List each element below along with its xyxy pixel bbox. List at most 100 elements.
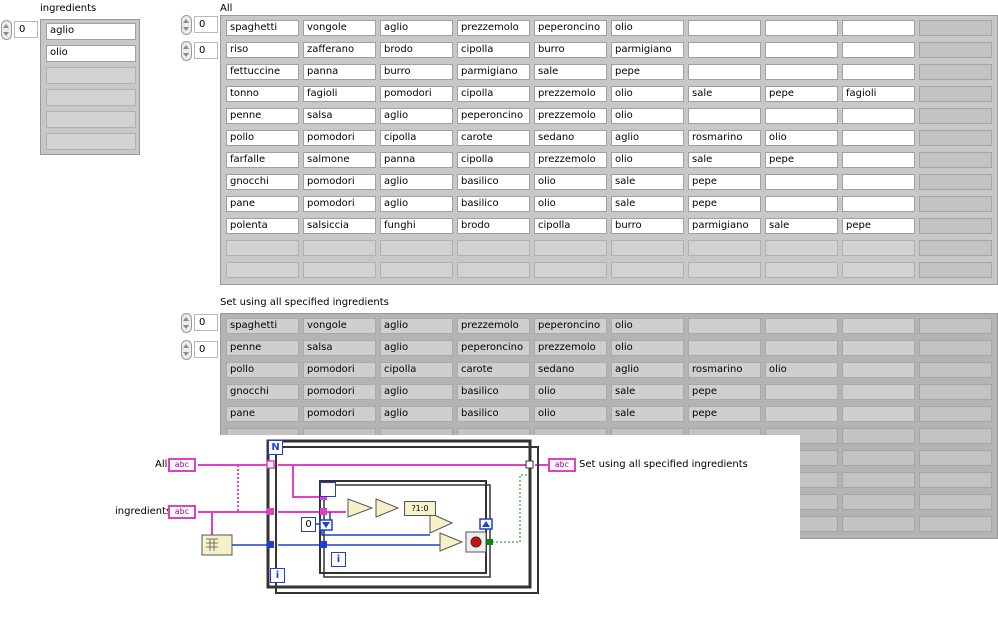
all-cell[interactable]: aglio	[611, 130, 684, 146]
result-cell[interactable]	[765, 406, 838, 422]
all-cell[interactable]: panna	[303, 64, 376, 80]
all-cell[interactable]: peperoncino	[457, 108, 530, 124]
all-string-terminal[interactable]: abc	[168, 458, 196, 472]
all-cell[interactable]: sedano	[534, 130, 607, 146]
result-cell[interactable]: aglio	[380, 318, 453, 334]
result-cell[interactable]: aglio	[611, 362, 684, 378]
all-cell[interactable]	[842, 20, 915, 36]
result-cell[interactable]	[919, 516, 992, 532]
all-cell[interactable]: sale	[765, 218, 838, 234]
all-cell[interactable]: olio	[534, 196, 607, 212]
all-cell[interactable]: gnocchi	[226, 174, 299, 190]
result-cell[interactable]: pane	[226, 406, 299, 422]
all-col-index-control[interactable]: 0	[181, 41, 219, 61]
all-cell[interactable]	[765, 64, 838, 80]
index-value[interactable]: 0	[14, 21, 38, 38]
all-cell[interactable]: burro	[380, 64, 453, 80]
all-cell[interactable]	[765, 240, 838, 256]
all-cell[interactable]	[380, 262, 453, 278]
all-cell[interactable]	[919, 152, 992, 168]
all-cell[interactable]: olio	[611, 20, 684, 36]
result-cell[interactable]: aglio	[380, 406, 453, 422]
all-cell[interactable]	[842, 42, 915, 58]
ingredients-cell[interactable]	[46, 111, 136, 128]
all-cell[interactable]: brodo	[380, 42, 453, 58]
all-cell[interactable]	[611, 262, 684, 278]
result-cell[interactable]: rosmarino	[688, 362, 761, 378]
all-cell[interactable]: salsa	[303, 108, 376, 124]
all-cell[interactable]: aglio	[380, 174, 453, 190]
all-cell[interactable]	[303, 262, 376, 278]
result-cell[interactable]: olio	[534, 384, 607, 400]
result-cell[interactable]	[688, 318, 761, 334]
result-cell[interactable]: olio	[765, 362, 838, 378]
result-cell[interactable]	[842, 406, 915, 422]
all-cell[interactable]: penne	[226, 108, 299, 124]
all-cell[interactable]: peperoncino	[534, 20, 607, 36]
all-cell[interactable]	[688, 262, 761, 278]
result-cell[interactable]	[919, 450, 992, 466]
all-cell[interactable]	[688, 20, 761, 36]
decrement-arrow-icon[interactable]	[183, 27, 189, 31]
all-cell[interactable]: vongole	[303, 20, 376, 36]
decrement-arrow-icon[interactable]	[3, 32, 9, 36]
result-cell[interactable]	[842, 362, 915, 378]
all-cell[interactable]: tonno	[226, 86, 299, 102]
all-cell[interactable]	[688, 108, 761, 124]
bool-to-number-function[interactable]: ?1:0	[404, 501, 436, 516]
result-cell[interactable]: sedano	[534, 362, 607, 378]
all-cell[interactable]	[611, 240, 684, 256]
result-cell[interactable]	[919, 494, 992, 510]
result-cell[interactable]	[765, 384, 838, 400]
all-cell[interactable]	[765, 20, 838, 36]
all-row-index-control[interactable]: 0	[181, 15, 219, 35]
all-cell[interactable]	[765, 196, 838, 212]
all-cell[interactable]: rosmarino	[688, 130, 761, 146]
all-cell[interactable]: spaghetti	[226, 20, 299, 36]
result-cell[interactable]: carote	[457, 362, 530, 378]
row-index-value[interactable]: 0	[194, 314, 218, 331]
all-cell[interactable]	[842, 196, 915, 212]
result-cell[interactable]	[688, 340, 761, 356]
result-cell[interactable]: pomodori	[303, 362, 376, 378]
all-cell[interactable]: sale	[688, 86, 761, 102]
all-cell[interactable]: parmigiano	[611, 42, 684, 58]
all-cell[interactable]	[919, 262, 992, 278]
result-row-index-control[interactable]: 0	[181, 313, 219, 333]
result-cell[interactable]: peperoncino	[457, 340, 530, 356]
decrement-arrow-icon[interactable]	[183, 325, 189, 329]
all-cell[interactable]: pane	[226, 196, 299, 212]
all-cell[interactable]	[457, 240, 530, 256]
all-cell[interactable]	[765, 262, 838, 278]
all-cell[interactable]: salmone	[303, 152, 376, 168]
all-cell[interactable]: pepe	[688, 196, 761, 212]
increment-arrow-icon[interactable]	[183, 344, 189, 348]
all-cell[interactable]	[919, 86, 992, 102]
all-cell[interactable]	[919, 174, 992, 190]
increment-arrow-icon[interactable]	[183, 317, 189, 321]
all-cell[interactable]: pomodori	[303, 196, 376, 212]
col-index-value[interactable]: 0	[194, 341, 218, 358]
all-cell[interactable]: pepe	[688, 174, 761, 190]
increment-arrow-icon[interactable]	[183, 19, 189, 23]
all-cell[interactable]: carote	[457, 130, 530, 146]
all-cell[interactable]: olio	[611, 152, 684, 168]
all-cell[interactable]: prezzemolo	[457, 20, 530, 36]
result-cell[interactable]	[919, 472, 992, 488]
loop-count-terminal[interactable]: N	[268, 440, 283, 455]
all-cell[interactable]	[919, 130, 992, 146]
all-cell[interactable]: panna	[380, 152, 453, 168]
ingredients-index-control[interactable]: 0	[1, 20, 39, 40]
all-cell[interactable]: olio	[534, 174, 607, 190]
all-cell[interactable]: pomodori	[380, 86, 453, 102]
result-cell[interactable]	[919, 384, 992, 400]
result-cell[interactable]	[919, 362, 992, 378]
all-cell[interactable]: basilico	[457, 196, 530, 212]
all-cell[interactable]	[688, 240, 761, 256]
result-cell[interactable]	[842, 384, 915, 400]
all-cell[interactable]: pomodori	[303, 130, 376, 146]
all-cell[interactable]: prezzemolo	[534, 86, 607, 102]
all-cell[interactable]: polenta	[226, 218, 299, 234]
result-cell[interactable]	[842, 340, 915, 356]
all-cell[interactable]	[534, 262, 607, 278]
